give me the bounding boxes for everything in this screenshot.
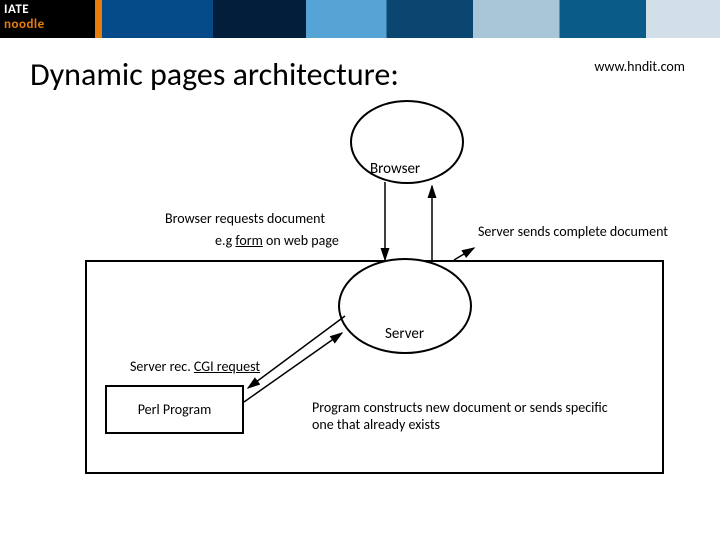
- banner-image-strip: [102, 0, 720, 38]
- logo-text-1: IATE: [4, 2, 29, 17]
- slide-title: Dynamic pages architecture:: [30, 55, 399, 94]
- program-description: Program constructs new document or sends…: [312, 400, 632, 434]
- perl-program-box: Perl Program: [105, 385, 244, 434]
- server-label: Server: [385, 325, 424, 343]
- cgi-pre: Server rec.: [130, 358, 194, 375]
- cgi-text: Server rec. CGI request: [130, 358, 260, 375]
- request-text-line2: e.g form on web page: [215, 232, 339, 249]
- cgi-underline: CGI request: [194, 358, 260, 375]
- req2-post: on web page: [263, 232, 339, 249]
- request-text-line1: Browser requests document: [165, 210, 325, 227]
- server-sends-text: Server sends complete document: [478, 224, 668, 241]
- logo-text-2: noodle: [4, 17, 45, 32]
- perl-label: Perl Program: [138, 401, 212, 418]
- req2-pre: e.g: [215, 232, 235, 249]
- header-banner: IATE noodle: [0, 0, 720, 38]
- req2-underline: form: [235, 232, 262, 249]
- url-text: www.hndit.com: [594, 58, 685, 75]
- browser-label: Browser: [370, 160, 420, 178]
